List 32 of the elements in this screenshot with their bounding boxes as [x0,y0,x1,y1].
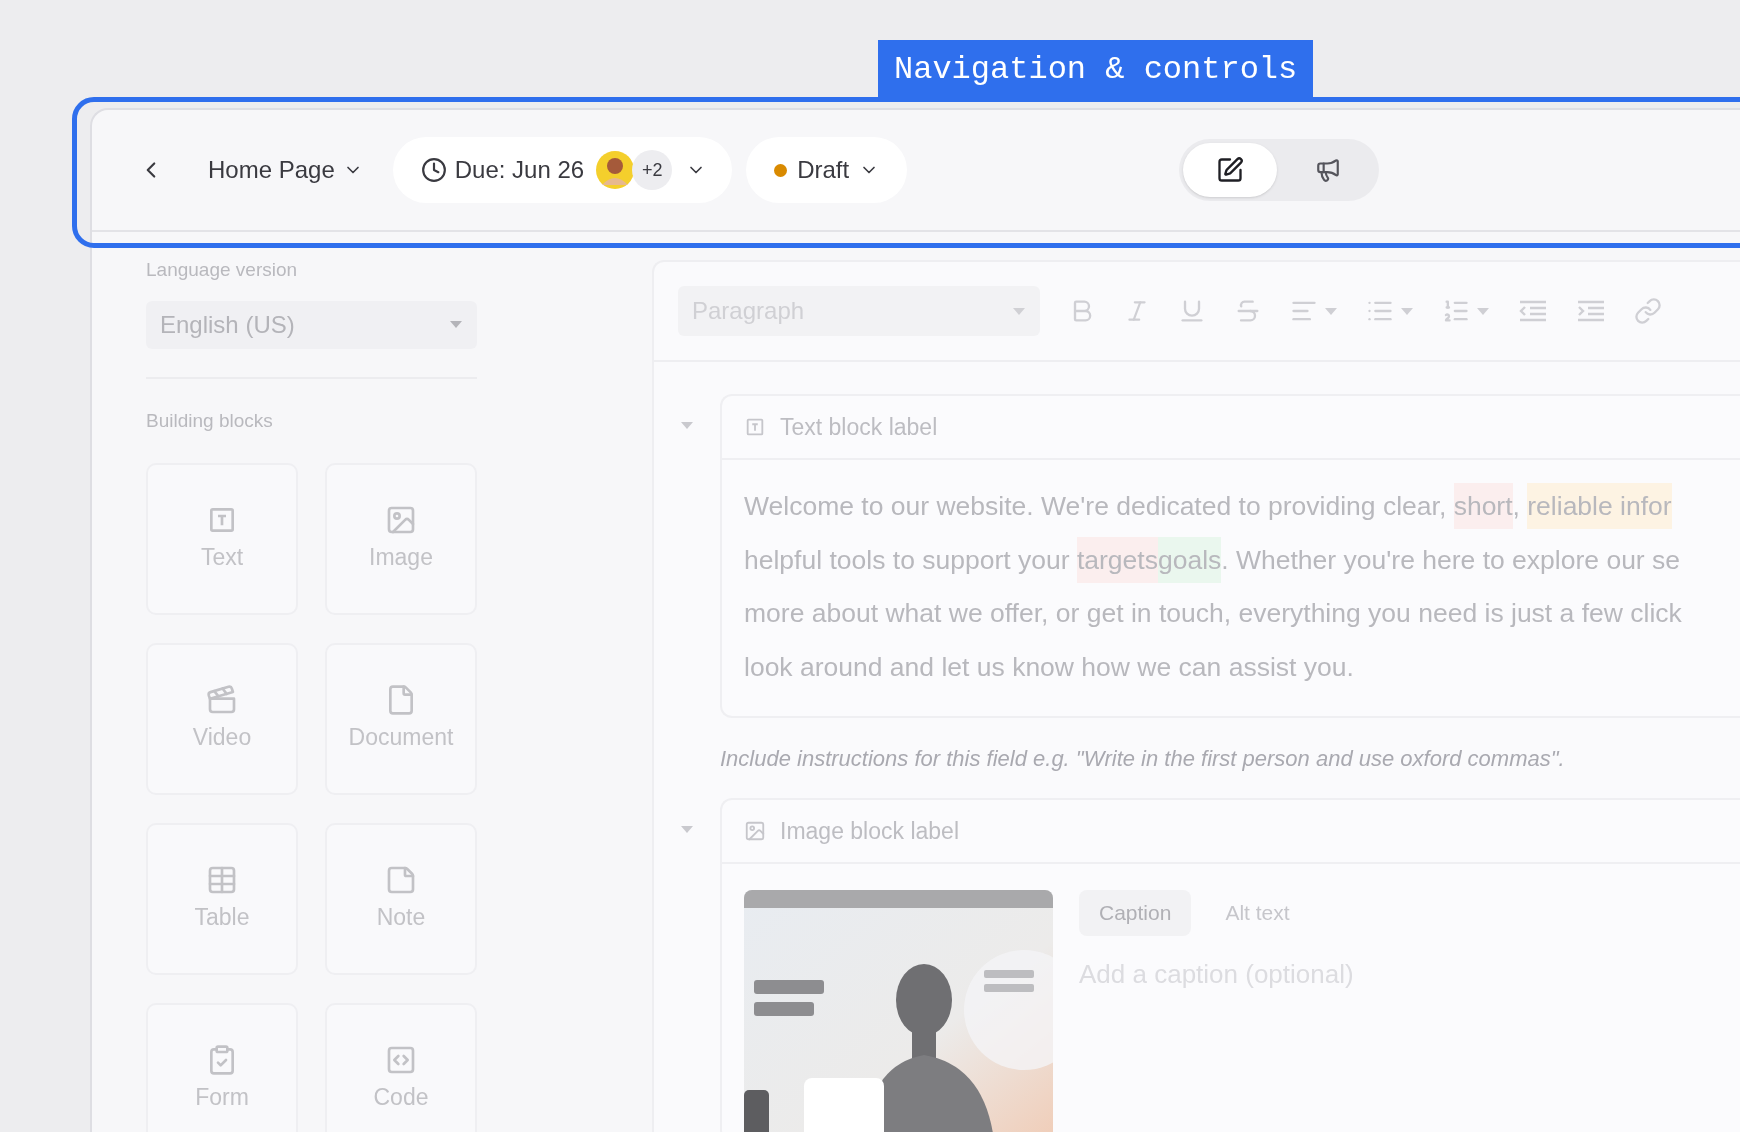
link-icon[interactable] [1634,297,1662,325]
paragraph-text: Welcome to our website. We're dedicated to providing clear, short, reliable infor helpful tools to support your targetsgoals. Whether you're here to explore our se more about what we offer, or get in touch, everything you need is just a few click look around and let us know how we can assist you. [722,460,1740,716]
collapse-caret-icon [680,421,694,430]
caret-icon [1476,306,1490,316]
edit-view-tab[interactable] [1183,143,1278,197]
collapse-caret-icon [680,825,694,834]
language-select[interactable]: English (US) [146,300,477,349]
edit-icon [1216,156,1245,184]
clock-icon [420,157,447,183]
due-date-pill[interactable]: Due: Jun 26 +2 [392,137,733,203]
extra-count: +2 [632,150,673,190]
image-icon [744,820,766,842]
text-frame-icon [744,416,766,438]
caret-icon [1012,306,1026,316]
due-date: Due: Jun 26 [454,155,585,185]
outdent-icon[interactable] [1518,299,1548,323]
page-select[interactable]: Home Page [208,140,363,200]
building-blocks-heading: Building blocks [146,408,274,433]
block-label: Text block label [780,412,938,442]
caret-icon [1324,306,1338,316]
avatar [596,151,635,189]
block-label: Image block label [780,816,959,846]
language-label: Language version [146,258,299,282]
indent-icon[interactable] [1576,299,1606,323]
annotation-label: Navigation & controls [878,40,1314,100]
caret-icon [1400,306,1414,316]
instructions-hint: Include instructions for this field e.g. "Write in the first person and use oxford commas". [720,744,1566,773]
caret-icon [449,320,463,329]
megaphone-icon [1315,157,1342,183]
video-icon [206,683,238,716]
status-pill[interactable]: Draft [746,137,908,203]
caption-tab[interactable]: Caption [1079,890,1192,936]
